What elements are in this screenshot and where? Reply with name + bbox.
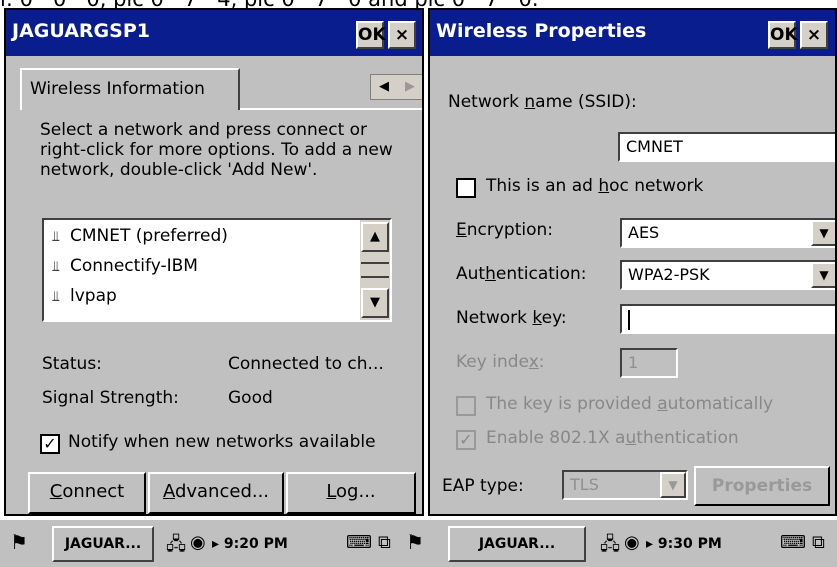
close-button[interactable]: × [388,21,416,49]
window-title: Wireless Properties [436,20,647,42]
ssid-label: Network name (SSID): [448,92,637,112]
windows-icon[interactable]: ⧉ [812,532,825,553]
key-index-input[interactable]: 1 [620,348,678,378]
eap-type-value: TLS [570,475,599,494]
auto-key-label: The key is provided automatically [486,394,774,414]
text-cursor [628,309,630,330]
keyboard-icon[interactable]: ⌨ [346,532,372,553]
antenna-icon: ⫫ [52,259,60,275]
vertical-scrollbar[interactable]: ▲ ▼ [360,220,390,320]
enable-8021x-label: Enable 802.1X authentication [486,428,739,448]
title-bar: JAGUARGSP1 OK × [6,10,422,56]
ssid-input[interactable]: CMNET [618,132,835,162]
status-value: Connected to ch... [228,354,384,374]
tab-scroll-left-icon[interactable]: ◀ [371,75,397,99]
notify-label: Notify when new networks available [68,432,376,452]
network-disconnected-icon[interactable]: 🖧 [600,532,620,562]
scroll-down-icon[interactable]: ▼ [361,288,389,318]
instructions-text: Select a network and press connect or ri… [40,120,393,180]
wireless-info-window: JAGUARGSP1 OK × Wireless Information ◀ ▶… [4,8,424,516]
tab-divider [240,108,422,110]
auto-key-checkbox[interactable] [456,396,476,416]
ok-button[interactable]: OK [768,21,798,49]
antenna-icon: ⫫ [52,229,60,245]
tab-scroll-arrows: ◀ ▶ [370,74,422,100]
tab-wireless-information[interactable]: Wireless Information [20,68,240,110]
title-bar: Wireless Properties OK × [430,10,835,56]
eap-type-label: EAP type: [442,476,524,496]
window-title: JAGUARGSP1 [12,20,150,42]
network-name: CMNET (preferred) [70,226,228,246]
advanced-mnemonic: A [162,481,175,502]
clock[interactable]: ▸ 9:30 PM [646,526,722,562]
network-icon[interactable]: 🖧 [166,532,186,562]
network-name: Connectify-IBM [70,256,198,276]
network-list[interactable]: ⫫ CMNET (preferred) ⫫ Connectify-IBM ⫫ lvpa… [42,218,392,322]
ok-button[interactable]: OK [356,21,386,49]
network-name: lvpap [70,286,117,306]
signal-strength-value: Good [228,388,273,408]
network-key-label: Network key: [456,308,567,328]
clock[interactable]: ▸ 9:20 PM [212,526,288,562]
connection-icon[interactable]: ◉ [624,532,640,553]
connect-button[interactable]: Connect [28,472,146,514]
adhoc-checkbox[interactable] [456,178,476,198]
taskbar-task-jaguar[interactable]: JAGUAR... [52,526,154,562]
connect-mnemonic: C [49,481,63,502]
signal-strength-label: Signal Strength: [42,388,179,408]
advanced-label: dvanced... [174,481,270,502]
chevron-down-icon[interactable]: ▼ [660,472,686,498]
start-flag-icon[interactable]: ⚑ [406,530,424,554]
log-mnemonic: L [326,481,337,502]
scroll-thumb[interactable] [361,262,389,278]
key-index-label: Key index: [456,352,545,372]
authentication-select[interactable]: WPA2-PSK ▼ [620,260,835,290]
encryption-label: Encryption: [456,220,554,240]
log-button[interactable]: Log... [286,472,416,514]
windows-icon[interactable]: ⧉ [378,532,391,553]
list-item[interactable]: ⫫ CMNET (preferred) [52,226,228,246]
network-key-input[interactable] [620,304,835,334]
taskbar: ⚑ JAGUAR... 🖧 ◉ ▸ 9:20 PM ⌨ ⧉ ⚑ JAGUAR..… [0,518,837,567]
start-flag-icon[interactable]: ⚑ [10,530,28,554]
antenna-icon: ⫫ [52,289,60,305]
list-item[interactable]: ⫫ lvpap [52,286,117,306]
log-label: og... [336,481,376,502]
authentication-label: Authentication: [456,264,587,284]
keyboard-icon[interactable]: ⌨ [780,532,806,553]
properties-button[interactable]: Properties [694,466,830,506]
connection-icon[interactable]: ◉ [190,532,206,553]
enable-8021x-checkbox[interactable]: ✓ [456,430,476,450]
authentication-value: WPA2-PSK [628,265,710,284]
eap-type-select[interactable]: TLS ▼ [562,470,688,500]
scroll-up-icon[interactable]: ▲ [361,222,389,252]
wireless-properties-window: Wireless Properties OK × Network name (S… [428,8,837,516]
encryption-value: AES [628,223,660,242]
chevron-down-icon[interactable]: ▼ [811,220,835,246]
status-label: Status: [42,354,102,374]
tab-scroll-right-icon[interactable]: ▶ [397,75,422,99]
close-button[interactable]: × [800,21,828,49]
list-item[interactable]: ⫫ Connectify-IBM [52,256,198,276]
chevron-down-icon[interactable]: ▼ [811,262,835,288]
taskbar-task-jaguar[interactable]: JAGUAR... [448,526,586,562]
encryption-select[interactable]: AES ▼ [620,218,835,248]
connect-label: onnect [62,481,125,502]
notify-checkbox[interactable]: ✓ [40,434,60,454]
adhoc-label: This is an ad hoc network [486,176,704,196]
advanced-button[interactable]: Advanced... [148,472,284,514]
